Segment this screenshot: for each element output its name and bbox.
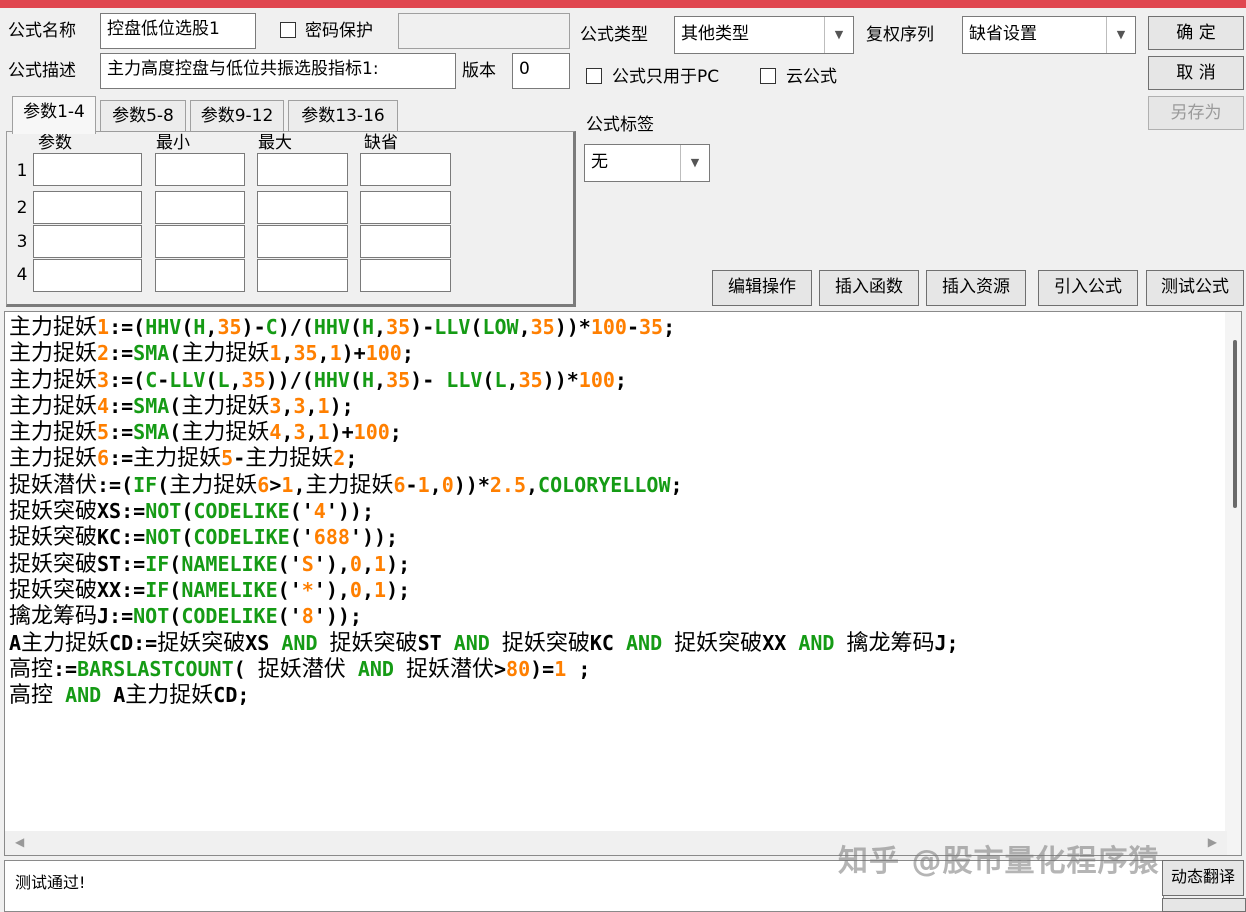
code-line[interactable]: 捉妖突破XS:=NOT(CODELIKE('4')); (9, 498, 959, 524)
ok-button[interactable]: 确 定 (1148, 16, 1244, 50)
formula-type-label: 公式类型 (580, 25, 648, 45)
code-line[interactable]: 捉妖突破KC:=NOT(CODELIKE('688')); (9, 524, 959, 550)
code-line[interactable]: A主力捉妖CD:=捉妖突破XS AND 捉妖突破ST AND 捉妖突破KC AN… (9, 630, 959, 656)
formula-type-value: 其他类型 (681, 24, 749, 44)
password-protect-label: 密码保护 (305, 21, 373, 41)
param-min-input[interactable] (155, 259, 245, 292)
code-line[interactable]: 主力捉妖3:=(C-LLV(L,35))/(HHV(H,35)- LLV(L,3… (9, 367, 959, 393)
cloud-formula-checkbox[interactable] (760, 68, 776, 84)
save-as-button[interactable]: 另存为 (1148, 96, 1244, 130)
tab-params-1-4[interactable]: 参数1-4 (12, 96, 96, 134)
chevron-down-icon[interactable]: ▼ (1106, 17, 1135, 53)
param-max-input[interactable] (257, 153, 348, 186)
param-default-input[interactable] (360, 153, 451, 186)
param-name-input[interactable] (33, 259, 142, 292)
status-text: 测试通过! (15, 873, 86, 892)
secondary-button-edge[interactable] (1162, 898, 1246, 912)
formula-tag-value: 无 (591, 152, 608, 172)
fuquan-select[interactable]: 缺省设置 ▼ (962, 16, 1136, 54)
max-col-header: 最大 (258, 133, 292, 153)
param-max-input[interactable] (257, 191, 348, 224)
code-line[interactable]: 主力捉妖5:=SMA(主力捉妖4,3,1)+100; (9, 419, 959, 445)
formula-editor[interactable]: 主力捉妖1:=(HHV(H,35)-C)/(HHV(H,35)-LLV(LOW,… (4, 311, 1242, 856)
scroll-left-icon[interactable]: ◀ (15, 835, 24, 849)
chevron-down-icon[interactable]: ▼ (680, 145, 709, 181)
scroll-right-icon[interactable]: ▶ (1208, 835, 1217, 849)
formula-tag-label: 公式标签 (586, 115, 654, 135)
password-protect-checkbox[interactable] (280, 22, 296, 38)
param-row-number: 2 (16, 198, 28, 218)
param-max-input[interactable] (257, 225, 348, 258)
param-default-input[interactable] (360, 259, 451, 292)
pc-only-label: 公式只用于PC (612, 67, 720, 87)
tab-params-9-12[interactable]: 参数9-12 (190, 100, 284, 132)
param-min-input[interactable] (155, 153, 245, 186)
code-line[interactable]: 主力捉妖6:=主力捉妖5-主力捉妖2; (9, 445, 959, 471)
code-line[interactable]: 高控:=BARSLASTCOUNT( 捉妖潜伏 AND 捉妖潜伏>80)=1 ; (9, 656, 959, 682)
edit-operation-button[interactable]: 编辑操作 (712, 270, 812, 306)
pc-only-checkbox[interactable] (586, 68, 602, 84)
cloud-formula-label: 云公式 (786, 67, 837, 87)
chevron-down-icon[interactable]: ▼ (824, 17, 853, 53)
param-default-input[interactable] (360, 191, 451, 224)
code-line[interactable]: 捉妖突破XX:=IF(NAMELIKE('*'),0,1); (9, 577, 959, 603)
insert-resource-button[interactable]: 插入资源 (926, 270, 1026, 306)
code-line[interactable]: 高控 AND A主力捉妖CD; (9, 682, 959, 708)
code-line[interactable]: 捉妖突破ST:=IF(NAMELIKE('S'),0,1); (9, 551, 959, 577)
fuquan-value: 缺省设置 (969, 24, 1037, 44)
formula-name-label: 公式名称 (8, 21, 76, 41)
dynamic-translate-button[interactable]: 动态翻译 (1162, 860, 1244, 896)
param-min-input[interactable] (155, 225, 245, 258)
cancel-button[interactable]: 取 消 (1148, 56, 1244, 90)
formula-name-input[interactable]: 控盘低位选股1 (100, 13, 256, 49)
watermark: 知乎 @股市量化程序猿 (838, 844, 1160, 879)
param-name-input[interactable] (33, 153, 142, 186)
param-row-number: 1 (16, 161, 28, 181)
param-name-input[interactable] (33, 225, 142, 258)
tab-params-13-16[interactable]: 参数13-16 (288, 100, 398, 132)
formula-desc-input[interactable]: 主力高度控盘与低位共振选股指标1: (100, 53, 456, 89)
code-content[interactable]: 主力捉妖1:=(HHV(H,35)-C)/(HHV(H,35)-LLV(LOW,… (9, 314, 959, 708)
vertical-scroll-thumb[interactable] (1233, 340, 1237, 508)
fuquan-label: 复权序列 (866, 25, 934, 45)
formula-type-select[interactable]: 其他类型 ▼ (674, 16, 854, 54)
tab-params-5-8[interactable]: 参数5-8 (100, 100, 186, 132)
code-line[interactable]: 主力捉妖4:=SMA(主力捉妖3,3,1); (9, 393, 959, 419)
insert-function-button[interactable]: 插入函数 (819, 270, 919, 306)
code-line[interactable]: 捉妖潜伏:=(IF(主力捉妖6>1,主力捉妖6-1,0))*2.5,COLORY… (9, 472, 959, 498)
param-min-input[interactable] (155, 191, 245, 224)
param-col-header: 参数 (38, 133, 72, 153)
password-input[interactable] (398, 13, 570, 49)
default-col-header: 缺省 (364, 133, 398, 153)
import-formula-button[interactable]: 引入公式 (1038, 270, 1138, 306)
code-line[interactable]: 主力捉妖2:=SMA(主力捉妖1,35,1)+100; (9, 340, 959, 366)
min-col-header: 最小 (156, 133, 190, 153)
param-name-input[interactable] (33, 191, 142, 224)
formula-desc-label: 公式描述 (8, 61, 76, 81)
test-formula-button[interactable]: 测试公式 (1146, 270, 1244, 306)
version-label: 版本 (462, 61, 496, 81)
code-line[interactable]: 擒龙筹码J:=NOT(CODELIKE('8')); (9, 603, 959, 629)
param-row-number: 3 (16, 232, 28, 252)
code-line[interactable]: 主力捉妖1:=(HHV(H,35)-C)/(HHV(H,35)-LLV(LOW,… (9, 314, 959, 340)
param-default-input[interactable] (360, 225, 451, 258)
version-input[interactable]: 0 (512, 53, 570, 89)
param-row-number: 4 (16, 265, 28, 285)
param-max-input[interactable] (257, 259, 348, 292)
formula-tag-select[interactable]: 无 ▼ (584, 144, 710, 182)
window-title-bar (0, 0, 1246, 8)
